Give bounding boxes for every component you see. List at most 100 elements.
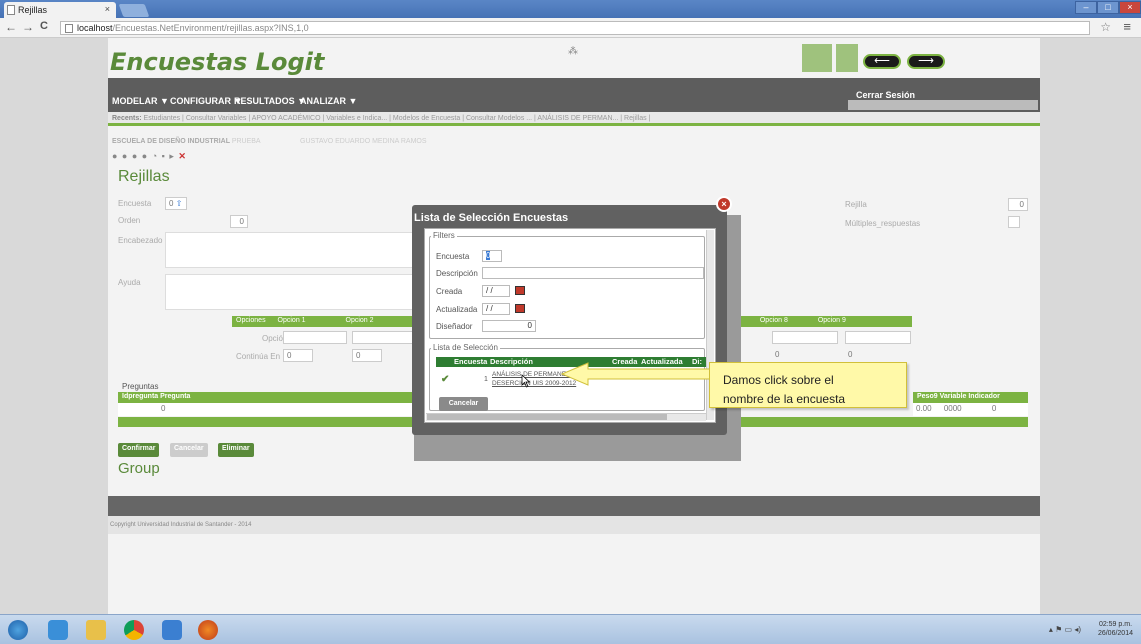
university-shield-logo: [836, 44, 858, 72]
maximize-button[interactable]: □: [1097, 1, 1119, 14]
continua-label: Continúa En: [236, 352, 281, 361]
filter-disenador-input[interactable]: 0: [482, 320, 536, 332]
scrollbar-thumb[interactable]: [427, 414, 667, 420]
forward-arrow-icon[interactable]: →: [22, 20, 34, 34]
encabezado-label: Encabezado: [118, 236, 163, 245]
col-encuesta[interactable]: Encuesta: [454, 357, 487, 366]
page-icon: [65, 24, 73, 33]
back-nav-button[interactable]: ⟵: [863, 54, 901, 69]
continua2-field[interactable]: 0: [352, 349, 382, 362]
preguntas-header: Idpregunta Pregunta: [118, 392, 418, 403]
menu-resultados[interactable]: RESULTADOS ▼: [234, 96, 306, 106]
opciones-header: Opciones Opcion 1 Opcion 2: [232, 316, 412, 327]
calendar-icon[interactable]: [515, 286, 525, 295]
new-tab-button[interactable]: [118, 4, 150, 17]
multiples-checkbox[interactable]: [1008, 216, 1020, 228]
clock[interactable]: 02:59 p.m. 26/06/2014: [1098, 620, 1133, 638]
filter-descripcion-label: Descripción: [436, 269, 478, 278]
preguntas-label: Preguntas: [122, 382, 159, 391]
lista-legend: Lista de Selección: [431, 343, 500, 352]
modal-cancel-button[interactable]: Cancelar: [439, 397, 488, 411]
toolbar-icons[interactable]: ● ● ● ● ◔ ▪ ▸: [112, 151, 175, 161]
continua8-field[interactable]: 0: [772, 349, 802, 362]
clock-date: 26/06/2014: [1097, 630, 1133, 637]
close-window-button[interactable]: ×: [1119, 1, 1141, 14]
browser-menu-icon[interactable]: ≡: [1123, 19, 1131, 34]
calendar-icon[interactable]: [515, 304, 525, 313]
col-descripcion[interactable]: Descripción: [490, 357, 533, 366]
chrome-icon[interactable]: [124, 620, 144, 640]
opcion8-col: Opcion 8: [759, 317, 788, 324]
url-path: /Encuestas.NetEnvironment/rejillas.aspx?…: [112, 23, 309, 33]
school-label: ESCUELA DE DISEÑO INDUSTRIAL PRUEBA: [112, 138, 261, 145]
reload-icon[interactable]: C: [40, 20, 48, 32]
confirmar-button[interactable]: Confirmar: [118, 443, 160, 457]
recents-links[interactable]: Estudiantes | Consultar Variables | APOY…: [144, 115, 651, 122]
url-input[interactable]: localhost/Encuestas.NetEnvironment/rejil…: [60, 21, 1090, 35]
windows-taskbar: ▴ ⚑ ▭ ◂) 02:59 p.m. 26/06/2014: [0, 614, 1141, 644]
firefox-icon[interactable]: [198, 620, 218, 640]
school-name: ESCUELA DE DISEÑO INDUSTRIAL: [112, 138, 230, 145]
ayuda-textarea[interactable]: [165, 274, 413, 310]
continua9-field[interactable]: 0: [845, 349, 875, 362]
browser-tab[interactable]: Rejillas ×: [4, 2, 116, 18]
opcion1-col: Opcion 1: [277, 317, 306, 324]
eliminar-button[interactable]: Eliminar: [218, 443, 254, 457]
preguntas-row-right[interactable]: 0.00 0000 0: [913, 403, 1028, 416]
cancelar-form-button[interactable]: Cancelar: [170, 443, 208, 457]
bookmark-star-icon[interactable]: ☆: [1100, 20, 1111, 34]
row-number: 1: [484, 376, 488, 383]
peso9-value: 0.00: [916, 404, 932, 413]
opcion9-col: Opcion 9: [817, 317, 846, 324]
system-tray-icons[interactable]: ▴ ⚑ ▭ ◂): [1049, 625, 1081, 634]
preguntas-row[interactable]: 0: [118, 403, 418, 416]
browser-tabbar: Rejillas × – □ ×: [0, 0, 1141, 18]
filter-disenador-label: Diseñador: [436, 322, 473, 331]
rejilla-field[interactable]: 0: [1008, 198, 1028, 211]
forward-nav-button[interactable]: ⟶: [907, 54, 945, 69]
filter-actualizada-input[interactable]: / /: [482, 303, 510, 315]
ie-icon[interactable]: [48, 620, 68, 640]
opcion9-field[interactable]: [845, 331, 911, 344]
select-check-icon[interactable]: ✔: [441, 374, 449, 385]
copyright-text: Copyright Universidad Industrial de Sant…: [108, 516, 1040, 534]
encabezado-textarea[interactable]: [165, 232, 413, 268]
modal-close-icon[interactable]: ×: [716, 196, 732, 212]
filter-descripcion-input[interactable]: [482, 267, 704, 279]
orden-field[interactable]: 0: [230, 215, 248, 228]
tab-close-icon[interactable]: ×: [105, 4, 110, 14]
loading-spinner-icon: ⁂: [568, 46, 578, 57]
opcion2-col: Opcion 2: [345, 317, 374, 324]
footer-band: [108, 496, 1040, 516]
menu-configurar[interactable]: CONFIGURAR ▼: [170, 96, 242, 106]
opcion2-field[interactable]: [352, 331, 414, 344]
explorer-folder-icon[interactable]: [86, 620, 106, 640]
filter-encuesta-input[interactable]: 0: [482, 250, 502, 262]
back-arrow-icon[interactable]: ←: [5, 20, 17, 34]
start-button-icon[interactable]: [8, 620, 28, 640]
logout-link[interactable]: Cerrar Sesión: [856, 90, 915, 100]
minimize-button[interactable]: –: [1075, 1, 1097, 14]
preguntas-row-id: 0: [161, 404, 166, 413]
delete-x-icon[interactable]: ✕: [178, 151, 187, 161]
filter-creada-input[interactable]: / /: [482, 285, 510, 297]
university-logo: [802, 44, 832, 72]
lookup-arrow-icon[interactable]: ⇧: [176, 199, 183, 208]
menu-analizar[interactable]: ANALIZAR ▼: [300, 96, 357, 106]
encuesta-field[interactable]: 0 ⇧: [165, 197, 187, 210]
opcion8-field[interactable]: [772, 331, 838, 344]
continua1-field[interactable]: 0: [283, 349, 313, 362]
page-title: Rejillas: [118, 168, 170, 185]
menu-modelar[interactable]: MODELAR ▼: [112, 96, 169, 106]
modal-title: Lista de Selección Encuestas: [414, 212, 569, 224]
opcion1-field[interactable]: [283, 331, 347, 344]
user-name: GUSTAVO EDUARDO MEDINA RAMOS: [300, 138, 427, 145]
tutorial-callout: Damos click sobre el nombre de la encues…: [709, 362, 907, 408]
opciones-col: Opciones: [236, 317, 266, 324]
indicador-value: 0: [991, 404, 997, 413]
group-title: Group: [118, 460, 160, 477]
record-toolbar[interactable]: ● ● ● ● ◔ ▪ ▸ ✕: [112, 151, 187, 162]
app-icon[interactable]: [162, 620, 182, 640]
rejilla-label: Rejilla: [845, 200, 867, 209]
brand-title: Encuestas Logit: [110, 48, 325, 76]
